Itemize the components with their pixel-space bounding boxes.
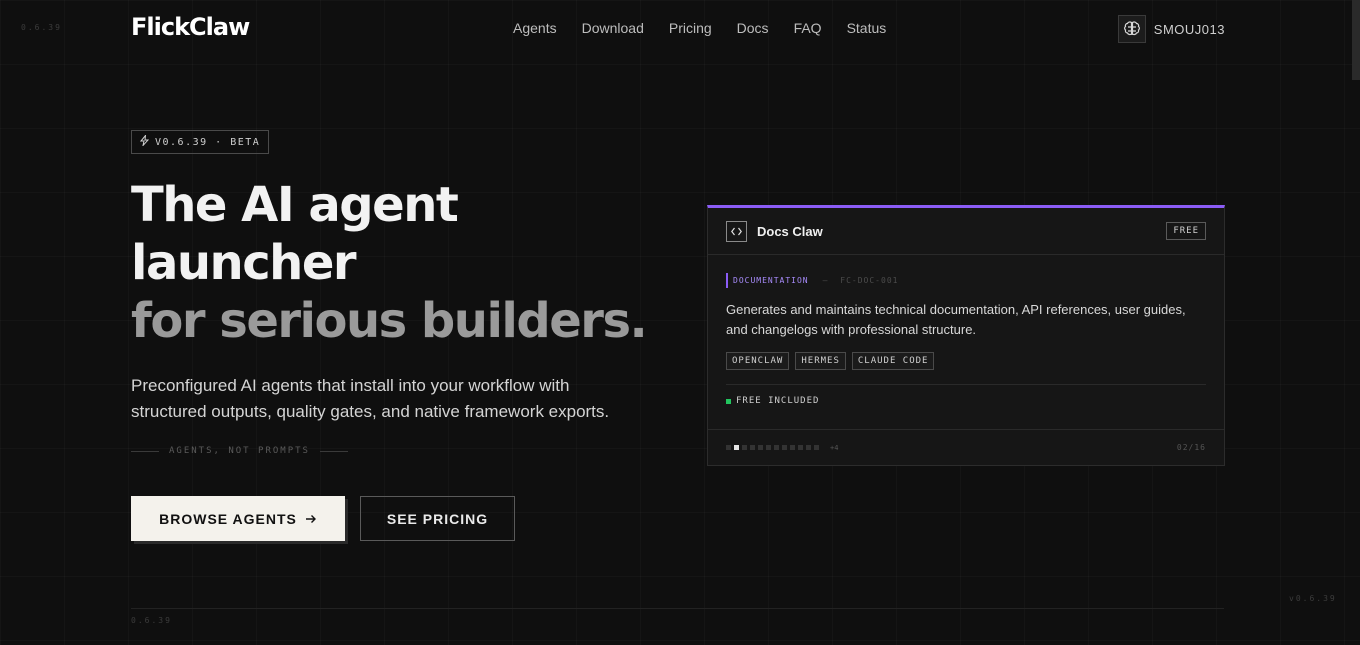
tag-claude-code: CLAUDE CODE bbox=[851, 352, 935, 370]
pager-dots: +4 bbox=[726, 444, 838, 452]
pager-dot[interactable] bbox=[766, 445, 771, 450]
headline-line-1: The AI agent bbox=[131, 177, 459, 233]
user-menu[interactable]: SMOUJ013 bbox=[1117, 15, 1225, 43]
pager-dot[interactable] bbox=[750, 445, 755, 450]
pager-dot[interactable] bbox=[774, 445, 779, 450]
pager-dot[interactable] bbox=[734, 445, 739, 450]
agent-card[interactable]: Docs Claw FREE DOCUMENTATION — FC-DOC-00… bbox=[707, 205, 1225, 466]
see-pricing-label: SEE PRICING bbox=[386, 510, 489, 527]
nav-pricing[interactable]: Pricing bbox=[669, 20, 712, 36]
code-icon bbox=[726, 220, 747, 242]
meta-separator: — bbox=[822, 276, 829, 285]
nav-agents[interactable]: Agents bbox=[513, 20, 557, 36]
scrollbar[interactable] bbox=[1352, 0, 1360, 80]
agent-meta: DOCUMENTATION — FC-DOC-001 bbox=[726, 273, 1206, 288]
nav-download[interactable]: Download bbox=[582, 20, 644, 36]
included-status: FREE INCLUDED bbox=[726, 396, 1206, 406]
browse-agents-label: BROWSE AGENTS bbox=[159, 510, 297, 527]
tagline-rule-right bbox=[319, 450, 348, 452]
pager-counter: 02/16 bbox=[1176, 443, 1206, 452]
logo[interactable]: FlickClaw bbox=[131, 13, 250, 41]
price-badge: FREE bbox=[1166, 222, 1206, 240]
pager-dot[interactable] bbox=[758, 445, 763, 450]
agent-id: FC-DOC-001 bbox=[840, 276, 899, 285]
tag-openclaw: OPENCLAW bbox=[726, 352, 790, 370]
arrow-right-icon bbox=[305, 511, 317, 527]
hero-subtext: Preconfigured AI agents that install int… bbox=[131, 376, 610, 421]
version-badge: V0.6.39 · BETA bbox=[131, 130, 270, 154]
main-nav: Agents Download Pricing Docs FAQ Status bbox=[513, 20, 886, 36]
tagline: AGENTS, NOT PROMPTS bbox=[131, 446, 348, 456]
tag-hermes: HERMES bbox=[795, 352, 846, 370]
pager-dot[interactable] bbox=[782, 445, 787, 450]
version-label-top: 0.6.39 bbox=[21, 23, 62, 32]
nav-faq[interactable]: FAQ bbox=[794, 20, 822, 36]
agent-category: DOCUMENTATION bbox=[726, 273, 809, 288]
card-pager: +4 02/16 bbox=[708, 429, 1224, 465]
agent-card-title: Docs Claw bbox=[757, 223, 823, 239]
version-label-bottom-left: 0.6.39 bbox=[131, 616, 172, 625]
see-pricing-button[interactable]: SEE PRICING bbox=[360, 496, 515, 541]
headline-line-3: for serious builders. bbox=[131, 293, 648, 349]
agent-description: Generates and maintains technical docume… bbox=[726, 302, 1186, 337]
version-badge-text: V0.6.39 · BETA bbox=[155, 136, 261, 148]
pager-dot[interactable] bbox=[742, 445, 747, 450]
section-divider bbox=[131, 608, 1224, 609]
pager-dot[interactable] bbox=[798, 445, 803, 450]
framework-tags: OPENCLAW HERMES CLAUDE CODE bbox=[726, 352, 1206, 370]
tagline-rule-left bbox=[131, 450, 159, 452]
tagline-text: AGENTS, NOT PROMPTS bbox=[169, 446, 310, 456]
card-divider bbox=[726, 384, 1206, 385]
version-label-bottom-right: v0.6.39 bbox=[1289, 594, 1337, 603]
nav-status[interactable]: Status bbox=[847, 20, 887, 36]
headline-line-2: launcher bbox=[131, 235, 357, 291]
brain-icon bbox=[1117, 15, 1146, 43]
pager-dot[interactable] bbox=[806, 445, 811, 450]
pager-dot[interactable] bbox=[790, 445, 795, 450]
bolt-icon bbox=[139, 133, 150, 149]
pager-dot[interactable] bbox=[726, 445, 731, 450]
pager-dot[interactable] bbox=[814, 445, 819, 450]
included-text: FREE INCLUDED bbox=[736, 396, 820, 406]
status-dot-icon bbox=[726, 398, 731, 404]
pager-more: +4 bbox=[830, 443, 839, 452]
agent-card-header: Docs Claw FREE bbox=[708, 208, 1224, 255]
hero-headline: The AI agent launcher for serious builde… bbox=[131, 176, 648, 350]
nav-docs[interactable]: Docs bbox=[737, 20, 769, 36]
browse-agents-button[interactable]: BROWSE AGENTS bbox=[131, 496, 345, 541]
username: SMOUJ013 bbox=[1153, 21, 1225, 37]
